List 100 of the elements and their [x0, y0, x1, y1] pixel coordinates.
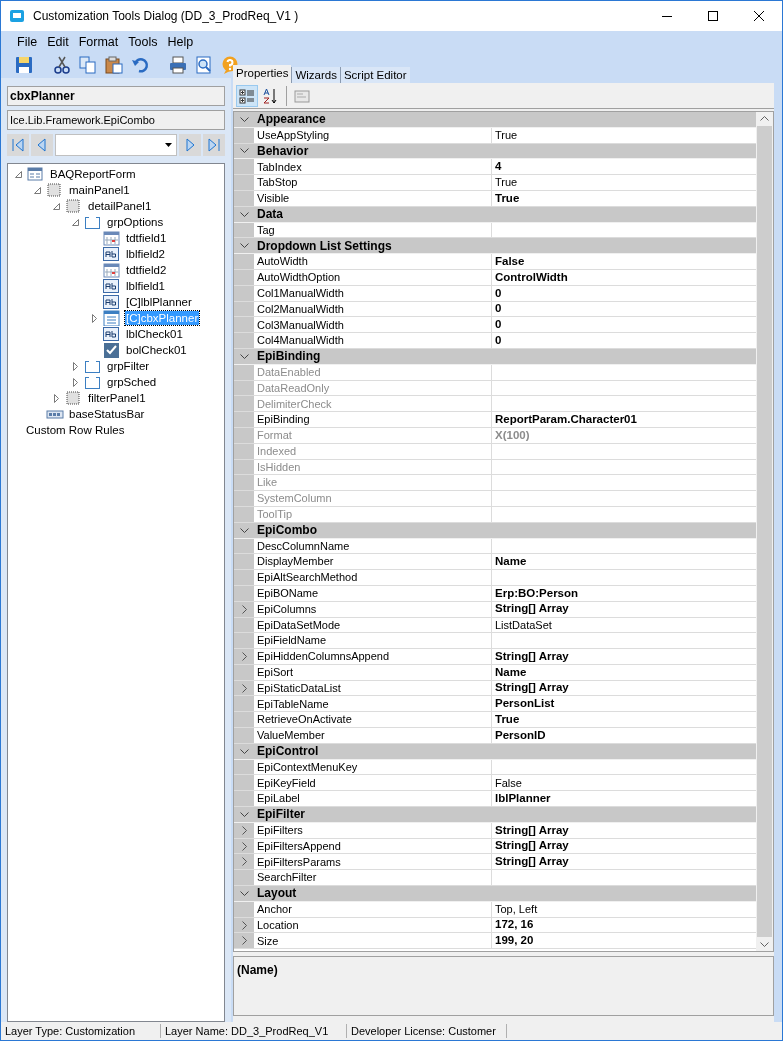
text-label-icon	[103, 294, 121, 310]
property-name: DisplayMember	[254, 554, 492, 570]
collapse-toggle-icon[interactable]	[72, 218, 79, 226]
tree-item[interactable]: detailPanel1	[87, 199, 153, 213]
property-name: EpiFilters	[254, 822, 492, 838]
property-value[interactable]: 4	[495, 158, 502, 176]
property-name: Size	[254, 933, 492, 949]
expand-toggle-icon[interactable]	[92, 313, 97, 323]
property-value[interactable]: String[] Array	[495, 600, 569, 618]
property-value[interactable]: False	[495, 252, 525, 271]
category-bar[interactable]: Dropdown List Settings	[234, 238, 756, 255]
row-gutter	[234, 475, 254, 491]
tree-item[interactable]: filterPanel1	[87, 391, 147, 405]
property-name: DescColumnName	[254, 538, 492, 554]
paste-button[interactable]	[105, 55, 123, 75]
property-value[interactable]: True	[495, 711, 520, 729]
property-value[interactable]: Top, Left	[495, 901, 538, 918]
property-name: EpiHiddenColumnsAppend	[254, 649, 492, 664]
tree-item[interactable]: bolCheck01	[125, 343, 188, 357]
property-value[interactable]: ListDataSet	[495, 616, 552, 634]
copy-button[interactable]	[79, 55, 97, 75]
property-name: EpiKeyField	[254, 775, 492, 791]
property-value[interactable]: True	[495, 174, 518, 191]
tree-item[interactable]: Custom Row Rules	[25, 423, 126, 437]
tree-item[interactable]: tdtfield1	[125, 231, 168, 245]
tree-item[interactable]: tdtfield2	[125, 263, 168, 277]
property-value[interactable]: lblPlanner	[495, 790, 551, 808]
category-title: Data	[256, 206, 283, 224]
menu-item[interactable]: Help	[167, 33, 194, 52]
tree-item[interactable]: baseStatusBar	[68, 407, 146, 421]
property-value[interactable]: True	[495, 126, 518, 144]
tree-item[interactable]: grpFilter	[106, 359, 151, 373]
property-value[interactable]: True	[495, 189, 520, 207]
property-value[interactable]: 0	[495, 316, 502, 334]
property-value[interactable]: PersonID	[495, 726, 546, 745]
expand-chevron-icon[interactable]	[241, 604, 247, 614]
expand-chevron-icon[interactable]	[241, 683, 247, 693]
scroll-down-icon[interactable]	[760, 942, 769, 947]
expand-toggle-icon[interactable]	[73, 377, 78, 387]
menu-item[interactable]: Format	[78, 33, 119, 52]
property-value[interactable]: ControlWidth	[495, 268, 568, 286]
categorized-view-button[interactable]	[236, 84, 258, 107]
tab[interactable]: Wizards	[291, 67, 340, 83]
cut-button[interactable]	[53, 55, 71, 75]
property-name: Format	[254, 427, 492, 443]
property-value[interactable]: 0	[495, 300, 502, 318]
right-triangle-icon	[185, 138, 195, 152]
tree-item[interactable]: BAQReportForm	[49, 167, 137, 181]
property-value[interactable]: String[] Array	[495, 837, 569, 855]
collapse-toggle-icon[interactable]	[34, 186, 41, 194]
undo-button[interactable]	[131, 55, 149, 75]
tree-item[interactable]: grpSched	[106, 375, 158, 389]
property-value[interactable]: 0	[495, 331, 502, 350]
tree-item[interactable]: lblCheck01	[125, 327, 184, 341]
category-bar[interactable]: Appearance	[234, 112, 756, 128]
property-value[interactable]: 199, 20	[495, 932, 534, 950]
expand-toggle-icon[interactable]	[73, 361, 78, 371]
property-value[interactable]: Erp:BO:Person	[495, 584, 579, 602]
property-value[interactable]: False	[495, 774, 522, 792]
property-value[interactable]: String[] Array	[495, 647, 569, 666]
save-button[interactable]	[15, 55, 33, 75]
property-name: DelimiterCheck	[254, 396, 492, 412]
tree-item[interactable]: mainPanel1	[68, 183, 131, 197]
status-text: Developer License: Customer	[351, 1023, 496, 1039]
row-gutter	[234, 175, 254, 190]
property-name: Col3ManualWidth	[254, 317, 492, 333]
panel-icon	[65, 198, 83, 214]
category-title: EpiCombo	[256, 522, 317, 540]
property-value[interactable]: 0	[495, 284, 502, 302]
tab[interactable]: Script Editor	[339, 67, 410, 83]
menu-item[interactable]: Edit	[47, 33, 69, 52]
undo-icon	[131, 56, 149, 74]
expand-toggle-icon[interactable]	[54, 393, 59, 403]
category-bar[interactable]: Layout	[234, 886, 756, 902]
text-label-icon	[103, 246, 121, 262]
scroll-up-icon[interactable]	[760, 116, 769, 121]
property-value[interactable]: ReportParam.Character01	[495, 410, 637, 429]
tree-item[interactable]: [C]lblPlanner	[125, 295, 193, 309]
property-value[interactable]: String[] Array	[495, 853, 569, 871]
collapse-toggle-icon[interactable]	[15, 170, 22, 178]
print-button[interactable]	[169, 55, 187, 75]
tree-item[interactable]: grpOptions	[106, 215, 165, 229]
property-value[interactable]: Name	[495, 553, 527, 571]
property-value[interactable]: PersonList	[495, 695, 555, 713]
property-value[interactable]: Name	[495, 663, 527, 681]
expand-chevron-icon[interactable]	[241, 652, 247, 661]
menu-item[interactable]: Tools	[128, 33, 158, 52]
print-preview-button[interactable]	[195, 55, 213, 75]
collapse-toggle-icon[interactable]	[53, 202, 60, 210]
tree-item[interactable]: lblfield1	[125, 279, 166, 293]
property-name: Col4ManualWidth	[254, 333, 492, 348]
property-value[interactable]: String[] Array	[495, 821, 569, 839]
menu-item[interactable]: File	[17, 33, 38, 52]
tab[interactable]: Properties	[233, 65, 292, 83]
tree-item[interactable]: lblfield2	[125, 247, 166, 261]
panel-icon	[46, 182, 64, 198]
category-bar[interactable]: EpiFilter	[234, 807, 756, 823]
property-value[interactable]: 172, 16	[495, 916, 534, 934]
row-gutter	[234, 554, 254, 570]
property-value[interactable]: String[] Array	[495, 679, 569, 697]
